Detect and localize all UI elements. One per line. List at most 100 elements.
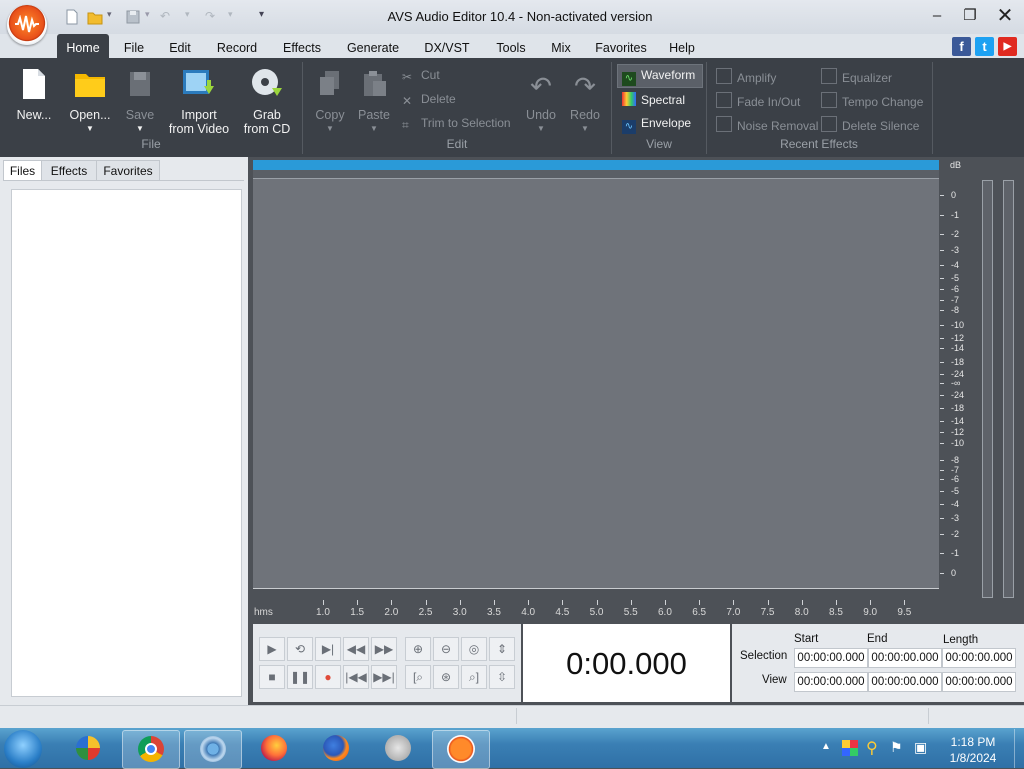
save-button[interactable]: Save ▼ (120, 66, 160, 136)
tab-home[interactable]: Home (57, 34, 109, 58)
taskbar-app-tools[interactable] (370, 730, 426, 767)
taskbar-app-chromium[interactable] (184, 730, 242, 769)
files-list[interactable] (11, 189, 242, 697)
maximize-button[interactable]: ❐ (955, 6, 985, 26)
delete-silence-button[interactable]: Delete Silence (821, 116, 919, 133)
equalizer-button[interactable]: Equalizer (821, 68, 892, 85)
dropdown-arrow-icon[interactable]: ▾ (185, 9, 190, 20)
fast-forward-button[interactable]: ▶▶ (371, 637, 397, 661)
waveform-canvas[interactable] (253, 179, 939, 589)
open-dropdown-arrow-icon[interactable]: ▼ (64, 122, 116, 136)
zoom-100-icon[interactable]: ◎ (461, 637, 487, 661)
tempo-change-button[interactable]: Tempo Change (821, 92, 923, 109)
zoom-all-icon[interactable]: ⊛ (433, 665, 459, 689)
tab-generate[interactable]: Generate (342, 34, 404, 58)
view-length-field[interactable]: 00:00:00.000 (942, 672, 1016, 692)
selection-start-field[interactable]: 00:00:00.000 (794, 648, 868, 668)
save-icon[interactable] (124, 8, 142, 26)
taskbar-app-security[interactable] (60, 730, 116, 767)
tab-record[interactable]: Record (212, 34, 262, 58)
system-clock[interactable]: 1:18 PM 1/8/2024 (940, 734, 1006, 766)
tab-tools[interactable]: Tools (490, 34, 532, 58)
go-to-end-button[interactable]: ▶▶| (371, 665, 397, 689)
tab-dxvst[interactable]: DX/VST (419, 34, 475, 58)
zoom-to-selection-icon[interactable]: [⌕ (405, 665, 431, 689)
new-button[interactable]: New... (8, 66, 60, 136)
amplify-button[interactable]: Amplify (716, 68, 776, 85)
show-hidden-icons-button[interactable]: ▲ (821, 741, 831, 752)
view-start-field[interactable]: 00:00:00.000 (794, 672, 868, 692)
tab-mix[interactable]: Mix (546, 34, 576, 58)
tab-effects-panel[interactable]: Effects (41, 160, 97, 181)
cut-button[interactable]: ✂ Cut (402, 68, 440, 84)
paste-dropdown-arrow-icon[interactable]: ▼ (354, 122, 394, 136)
dropdown-arrow-icon[interactable]: ▾ (228, 9, 233, 20)
envelope-view-button[interactable]: ∿ Envelope (622, 116, 691, 134)
taskbar-app-chrome[interactable] (122, 730, 180, 769)
view-end-field[interactable]: 00:00:00.000 (868, 672, 942, 692)
redo-button[interactable]: ↷ Redo ▼ (566, 66, 604, 136)
twitter-icon[interactable]: t (975, 37, 994, 56)
action-center-flag-icon[interactable]: ⚑ (890, 739, 903, 756)
open-folder-icon[interactable] (86, 8, 104, 26)
paste-button[interactable]: Paste ▼ (354, 66, 394, 136)
copy-dropdown-arrow-icon[interactable]: ▼ (310, 122, 350, 136)
overview-bar[interactable] (253, 160, 939, 170)
undo-icon[interactable]: ↶ (160, 9, 170, 23)
zoom-vertical-icon[interactable]: ⇕ (489, 637, 515, 661)
redo-icon[interactable]: ↷ (205, 9, 215, 23)
tab-files[interactable]: Files (3, 160, 42, 181)
zoom-vertical-fit-icon[interactable]: ⇳ (489, 665, 515, 689)
save-dropdown-arrow-icon[interactable]: ▼ (120, 122, 160, 136)
redo-dropdown-arrow-icon[interactable]: ▼ (566, 122, 604, 136)
zoom-fit-icon[interactable]: ⌕] (461, 665, 487, 689)
fade-in-out-button[interactable]: Fade In/Out (716, 92, 800, 109)
tab-favorites-panel[interactable]: Favorites (96, 160, 160, 181)
dropdown-arrow-icon[interactable]: ▾ (145, 9, 150, 20)
app-logo-icon[interactable] (7, 5, 47, 45)
tray-search-icon[interactable]: ⚲ (866, 738, 878, 758)
customize-toolbar-icon[interactable]: ▾ (259, 9, 264, 20)
facebook-icon[interactable]: f (952, 37, 971, 56)
undo-dropdown-arrow-icon[interactable]: ▼ (522, 122, 560, 136)
tray-app-icon[interactable] (842, 740, 858, 756)
play-button[interactable]: ▶ (259, 637, 285, 661)
go-to-start-button[interactable]: |◀◀ (343, 665, 369, 689)
noise-removal-button[interactable]: Noise Removal (716, 116, 818, 133)
taskbar-app-firefox-1[interactable] (246, 730, 302, 767)
grab-from-cd-button[interactable]: Grab from CD (238, 66, 296, 136)
waveform-view-button[interactable]: ∿ Waveform (622, 68, 695, 86)
taskbar-app-avs-audio-editor[interactable] (432, 730, 490, 769)
network-icon[interactable]: ▣ (914, 739, 927, 756)
tab-help[interactable]: Help (664, 34, 700, 58)
tab-edit[interactable]: Edit (163, 34, 197, 58)
spectral-view-button[interactable]: Spectral (622, 92, 685, 107)
tab-effects[interactable]: Effects (276, 34, 328, 58)
dropdown-arrow-icon[interactable]: ▾ (107, 9, 112, 20)
open-button[interactable]: Open... ▼ (64, 66, 116, 136)
rewind-button[interactable]: ◀◀ (343, 637, 369, 661)
record-button[interactable]: ● (315, 665, 341, 689)
zoom-in-icon[interactable]: ⊕ (405, 637, 431, 661)
new-file-icon[interactable] (63, 8, 81, 26)
pause-button[interactable]: ❚❚ (287, 665, 313, 689)
loop-play-button[interactable]: ⟲ (287, 637, 313, 661)
import-from-video-button[interactable]: Import from Video (166, 66, 232, 136)
show-desktop-button[interactable] (1014, 729, 1024, 768)
youtube-icon[interactable]: ▶ (998, 37, 1017, 56)
taskbar-app-firefox-2[interactable] (308, 730, 364, 767)
close-button[interactable]: ✕ (990, 6, 1020, 26)
tab-file[interactable]: File (117, 34, 151, 58)
overview-track[interactable] (253, 170, 939, 179)
copy-button[interactable]: Copy ▼ (310, 66, 350, 136)
minimize-button[interactable]: – (922, 6, 952, 26)
stop-button[interactable]: ■ (259, 665, 285, 689)
selection-length-field[interactable]: 00:00:00.000 (942, 648, 1016, 668)
delete-button[interactable]: ✕ Delete (402, 92, 456, 108)
zoom-out-icon[interactable]: ⊖ (433, 637, 459, 661)
undo-button[interactable]: ↶ Undo ▼ (522, 66, 560, 136)
selection-end-field[interactable]: 00:00:00.000 (868, 648, 942, 668)
start-button[interactable] (4, 730, 42, 768)
tab-favorites[interactable]: Favorites (590, 34, 652, 58)
play-to-end-button[interactable]: ▶| (315, 637, 341, 661)
